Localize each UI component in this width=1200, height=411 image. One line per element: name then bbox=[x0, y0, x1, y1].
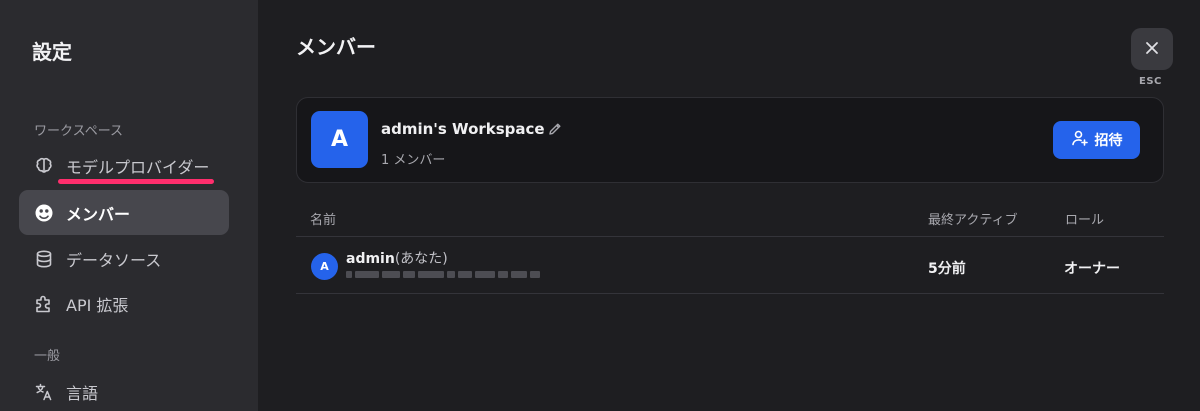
row-divider bbox=[296, 293, 1164, 294]
you-tag: (あなた) bbox=[394, 251, 448, 267]
close-button[interactable] bbox=[1131, 28, 1173, 70]
sidebar-item-label: API 拡張 bbox=[66, 295, 129, 315]
invite-button[interactable]: 招待 bbox=[1053, 121, 1140, 159]
workspace-avatar: A bbox=[311, 111, 368, 168]
sidebar-item-label: データソース bbox=[66, 250, 162, 270]
workspace-name: admin's Workspace bbox=[381, 120, 545, 138]
header-divider bbox=[296, 236, 1164, 237]
sidebar-item-api-extension[interactable]: API 拡張 bbox=[19, 281, 229, 326]
sidebar-item-data-source[interactable]: データソース bbox=[19, 236, 229, 281]
workspace-member-count: 1 メンバー bbox=[381, 153, 446, 168]
settings-title: 設定 bbox=[32, 40, 72, 64]
member-last-active: 5分前 bbox=[928, 261, 966, 277]
puzzle-icon bbox=[33, 293, 55, 315]
page-title: メンバー bbox=[296, 35, 376, 59]
avatar: A bbox=[311, 253, 338, 280]
add-user-icon bbox=[1071, 129, 1089, 151]
sidebar-item-language[interactable]: 言語 bbox=[19, 369, 229, 411]
workspace-card: A admin's Workspace 1 メンバー 招待 bbox=[296, 97, 1164, 183]
column-header-role: ロール bbox=[1065, 213, 1105, 228]
member-name-text: admin bbox=[346, 251, 395, 267]
sidebar-item-label: 言語 bbox=[66, 383, 99, 403]
column-header-name: 名前 bbox=[310, 213, 337, 228]
translate-icon bbox=[33, 381, 55, 403]
column-header-last-active: 最終アクティブ bbox=[928, 213, 1018, 228]
sidebar-item-members[interactable]: メンバー bbox=[19, 190, 229, 235]
highlight-underline bbox=[58, 179, 214, 184]
member-role[interactable]: オーナー bbox=[1064, 258, 1120, 278]
invite-label: 招待 bbox=[1094, 133, 1123, 149]
general-section-label: 一般 bbox=[34, 349, 61, 364]
database-icon bbox=[33, 248, 55, 270]
workspace-section-label: ワークスペース bbox=[34, 124, 124, 139]
esc-label: ESC bbox=[1139, 76, 1162, 87]
brain-icon bbox=[33, 155, 55, 177]
members-icon bbox=[33, 202, 55, 224]
members-panel: メンバー ESC A admin's Workspace 1 メンバー 招待 名… bbox=[258, 0, 1200, 411]
sidebar-item-label: モデルプロバイダー bbox=[66, 157, 210, 177]
pencil-icon[interactable] bbox=[547, 121, 563, 137]
close-icon bbox=[1145, 40, 1159, 59]
member-name: admin(あなた) bbox=[346, 248, 448, 268]
settings-sidebar: 設定 ワークスペース モデルプロバイダー メンバー データソース API 拡張 … bbox=[0, 0, 258, 411]
member-email-redacted bbox=[346, 268, 544, 280]
sidebar-item-label: メンバー bbox=[66, 204, 131, 224]
